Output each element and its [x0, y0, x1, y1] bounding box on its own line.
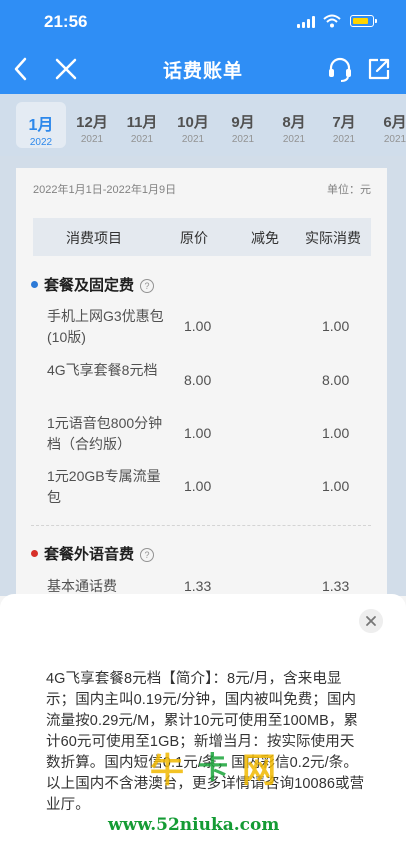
wifi-icon [323, 14, 341, 28]
status-time: 21:56 [44, 12, 88, 31]
sheet-close-icon[interactable] [359, 609, 383, 633]
watermark-url: www.52niuka.com [108, 815, 280, 835]
svg-text:网: 网 [242, 751, 276, 790]
share-icon[interactable] [364, 54, 394, 84]
svg-text:牛: 牛 [150, 751, 184, 790]
customer-service-icon[interactable] [325, 54, 355, 84]
package-description: 4G飞享套餐8元档【简介】：8元/月，含来电显示；国内主叫0.19元/分钟，国内… [46, 671, 365, 813]
battery-icon [350, 15, 377, 27]
svg-text:卡: 卡 [198, 751, 228, 786]
status-bar: 21:56 [0, 0, 406, 44]
cellular-signal-icon [297, 16, 317, 28]
nav-bar: 话费账单 [0, 44, 406, 94]
niuka-logo-watermark: 牛 卡 网 [150, 751, 276, 790]
